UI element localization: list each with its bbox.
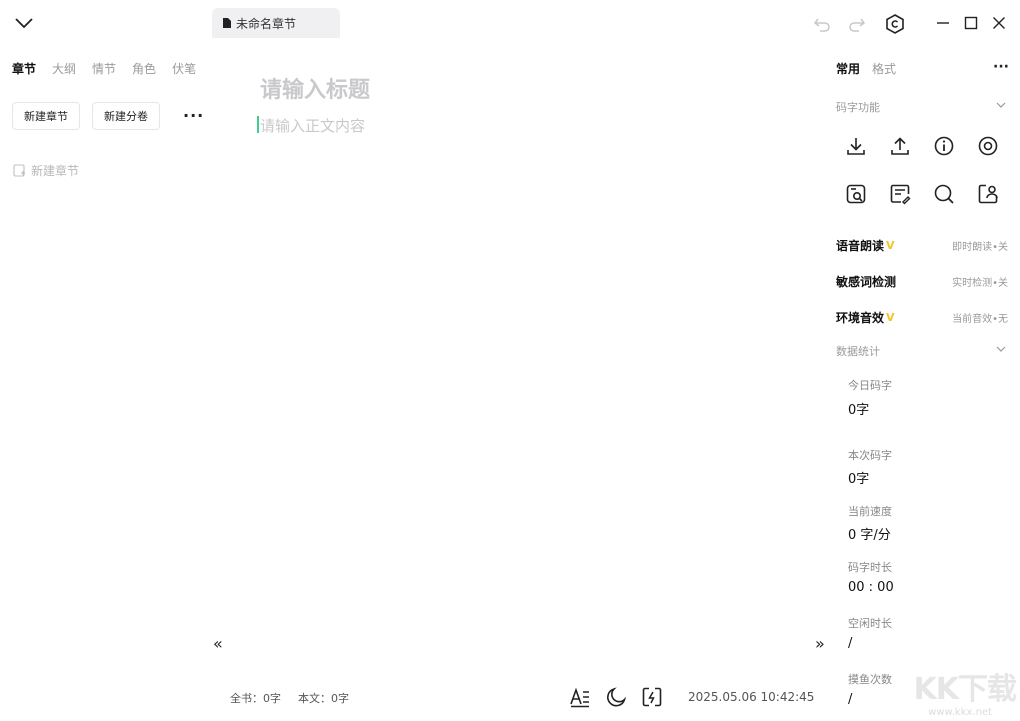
tab-characters[interactable]: 角色 [132,60,156,77]
title-input[interactable]: 请输入标题 [260,72,370,104]
download-icon[interactable] [845,135,867,157]
search-icon[interactable] [933,183,955,205]
settings-hexagon-icon[interactable] [884,13,906,35]
body-word-count: 本文：0字 [298,692,349,705]
upload-icon[interactable] [889,135,911,157]
sensitive-word-label: 敏感词检测 [836,275,897,289]
stat-label-idle: 空闲时长 [848,617,892,630]
watermark-url: www.kkx.net [928,707,992,718]
eye-icon[interactable] [977,135,999,157]
stat-value-today: 0字 [848,403,870,418]
watermark-logo: KK下载 [913,672,1017,707]
new-volume-button[interactable]: 新建分卷 [92,102,160,130]
stat-label-duration: 码字时长 [848,561,892,574]
left-more-button[interactable]: ··· [183,106,204,125]
sensitive-word-row[interactable]: 敏感词检测 [836,273,896,290]
stat-label-today: 今日码字 [848,379,892,392]
stat-value-slack: / [848,692,853,707]
stats-section-title: 数据统计 [836,345,880,358]
tab-format[interactable]: 格式 [872,60,896,77]
expand-right-panel-button[interactable]: » [815,634,825,653]
redo-icon[interactable] [847,14,867,34]
collapse-left-panel-button[interactable]: « [213,634,223,653]
info-icon[interactable] [933,135,955,157]
ambient-sound-status[interactable]: 当前音效•无 [928,310,1008,325]
left-panel-tabs: 章节 大纲 情节 角色 伏笔 [12,60,196,77]
typing-section-title: 码字功能 [836,101,880,114]
stat-label-slack: 摸鱼次数 [848,673,892,686]
vip-badge: V [886,239,895,252]
ambient-sound-row[interactable]: 环境音效 V [836,309,895,326]
document-tab[interactable]: 未命名章节 [212,8,340,38]
tab-common[interactable]: 常用 [836,60,860,77]
collapse-chevron-down-icon[interactable] [14,15,34,31]
undo-icon[interactable] [812,14,832,34]
tab-outline[interactable]: 大纲 [52,60,76,77]
stat-label-session: 本次码字 [848,449,892,462]
vip-badge: V [886,311,895,324]
voice-reading-label: 语音朗读 [836,239,885,253]
minimize-icon[interactable] [936,16,950,30]
text-format-icon[interactable] [569,686,591,708]
body-text-input[interactable]: 请输入正文内容 [260,115,365,136]
new-document-icon [13,164,26,177]
text-caret [257,116,259,133]
user-share-icon[interactable] [977,183,999,205]
total-book-count: 全书：0字 [230,692,281,705]
new-chapter-list-item[interactable]: 新建章节 [13,162,79,179]
document-tab-label: 未命名章节 [236,16,297,31]
dark-mode-moon-icon[interactable] [605,686,627,708]
image-search-icon[interactable] [845,183,867,205]
ambient-sound-label: 环境音效 [836,311,885,325]
stats-section-chevron-icon[interactable] [996,345,1006,353]
stat-value-duration: 00 : 00 [848,580,894,595]
maximize-icon[interactable] [964,16,978,30]
new-chapter-button[interactable]: 新建章节 [12,102,80,130]
card-edit-icon[interactable] [889,183,911,205]
close-icon[interactable] [992,16,1006,30]
file-icon [222,17,232,29]
right-panel-tabs: 常用 格式 [836,60,896,77]
voice-reading-row[interactable]: 语音朗读 V [836,237,895,254]
typing-section-chevron-icon[interactable] [996,101,1006,109]
current-datetime: 2025.05.06 10:42:45 [688,690,815,704]
stat-value-speed: 0 字/分 [848,528,891,543]
tab-plot[interactable]: 情节 [92,60,116,77]
new-chapter-item-label: 新建章节 [31,164,80,178]
stat-value-idle: / [848,636,853,651]
tab-chapters[interactable]: 章节 [12,60,36,77]
sensitive-word-status[interactable]: 实时检测•关 [928,274,1008,289]
voice-reading-status[interactable]: 即时朗读•关 [928,238,1008,253]
right-more-button[interactable]: ··· [993,59,1009,75]
stat-label-speed: 当前速度 [848,505,892,518]
quick-action-icon[interactable] [641,686,663,708]
tab-foreshadowing[interactable]: 伏笔 [172,60,196,77]
stat-value-session: 0字 [848,472,870,487]
